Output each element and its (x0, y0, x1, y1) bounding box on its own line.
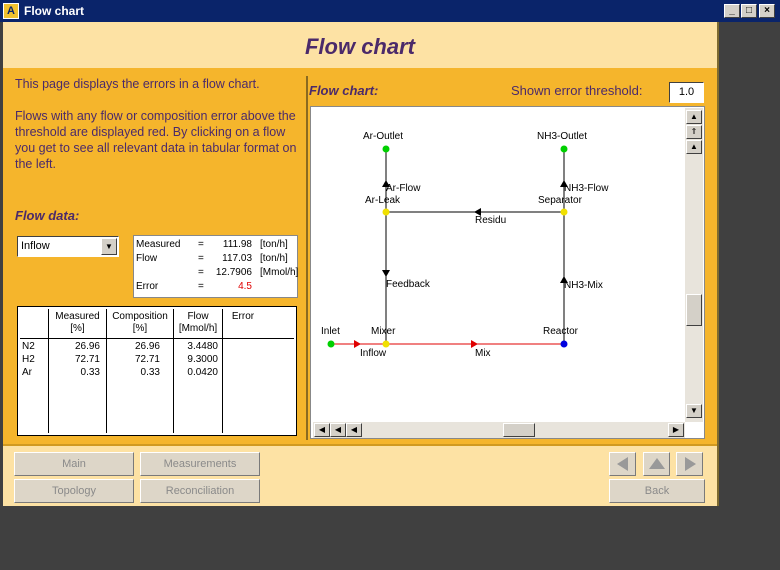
flow-summary-panel: Measured = 111.98 [ton/h] Flow = 117.03 … (133, 235, 298, 298)
scroll-up-icon[interactable]: ▲ (686, 140, 702, 154)
node-label: Inlet (321, 326, 340, 337)
minimize-icon[interactable]: _ (724, 4, 740, 18)
threshold-input[interactable]: 1.0 (669, 82, 704, 103)
page-title: Flow chart (304, 34, 415, 59)
summary-row: Measured = 111.98 [ton/h] (136, 239, 288, 250)
stream-label: Mix (475, 348, 491, 359)
node-label: Ar-Outlet (363, 131, 403, 142)
node-label: NH3-Outlet (537, 131, 587, 142)
node-label: Ar-Leak (365, 195, 401, 206)
chevron-down-icon[interactable]: ▼ (101, 238, 117, 255)
app-icon: A (3, 3, 19, 19)
node-mixer[interactable] (382, 340, 390, 348)
arrow-right-icon (471, 340, 478, 348)
column-header: Composition [%] (112, 311, 168, 334)
arrow-down-icon (382, 270, 390, 277)
node-label: Reactor (543, 326, 579, 337)
node-inlet[interactable] (327, 340, 335, 348)
scroll-page-left-icon[interactable]: ◀ (330, 423, 346, 437)
scroll-down-icon[interactable]: ▼ (686, 404, 702, 418)
threshold-label: Shown error threshold: (511, 83, 643, 98)
measurements-button[interactable]: Measurements (140, 452, 260, 476)
page-header: Flow chart (3, 22, 717, 70)
scroll-left-icon[interactable]: ◀ (346, 423, 362, 437)
horizontal-scrollbar[interactable]: ◀ ◀ ◀ ▶ (313, 422, 685, 438)
window-titlebar: A Flow chart _ □ × (0, 0, 780, 22)
stream-label: Inflow (360, 348, 387, 359)
stream-label: Feedback (386, 279, 431, 290)
maximize-icon[interactable]: □ (741, 4, 757, 18)
vertical-scrollbar[interactable]: ▲ ⇑ ▲ ▼ (685, 108, 703, 422)
summary-row: = 12.7906 [Mmol/h] (198, 267, 299, 278)
arrow-right-icon (354, 340, 361, 348)
main-button[interactable]: Main (14, 452, 134, 476)
next-page-button[interactable] (676, 452, 703, 476)
flow-select-value: Inflow (21, 240, 50, 252)
composition-table: Measured [%] Composition [%] Flow [Mmol/… (17, 306, 297, 436)
scroll-page-up-icon[interactable]: ⇑ (686, 125, 702, 139)
panel-divider (306, 76, 308, 440)
stream-label: NH3-Mix (564, 280, 603, 291)
summary-row: Flow = 117.03 [ton/h] (136, 253, 288, 264)
summary-row: Error = 4.5 (136, 281, 252, 292)
flow-chart-label: Flow chart: (309, 83, 379, 98)
app-frame: Flow chart This page displays the errors… (3, 22, 719, 506)
flow-chart-canvas[interactable]: Ar-Outlet NH3-Outlet Ar-Leak Separator I… (310, 106, 705, 439)
arrow-right-icon (685, 457, 696, 471)
table-row: N2 (22, 341, 35, 352)
previous-page-button[interactable] (609, 452, 636, 476)
table-row: Ar (22, 367, 32, 378)
scroll-right-icon[interactable]: ▶ (668, 423, 684, 437)
back-button[interactable]: Back (609, 479, 705, 503)
description-intro: This page displays the errors in a flow … (15, 77, 260, 91)
stream-label: NH3-Flow (564, 183, 609, 194)
node-label: Mixer (371, 326, 396, 337)
node-separator[interactable] (560, 208, 568, 216)
flow-chart-diagram: Ar-Outlet NH3-Outlet Ar-Leak Separator I… (321, 131, 609, 359)
stream-label: Residu (475, 215, 506, 226)
reconciliation-button[interactable]: Reconciliation (140, 479, 260, 503)
arrow-left-icon (617, 457, 628, 471)
arrow-up-icon (649, 458, 665, 469)
column-header: Measured [%] (55, 311, 100, 334)
column-header: Error (231, 311, 255, 322)
flow-select[interactable]: Inflow ▼ (17, 236, 119, 257)
page-description: This page displays the errors in a flow … (15, 76, 305, 172)
node-label: Separator (538, 195, 583, 206)
scroll-first-icon[interactable]: ◀ (314, 423, 330, 437)
node-nh3-outlet[interactable] (560, 145, 568, 153)
navigation-bar: Main Measurements Topology Reconciliatio… (3, 444, 717, 506)
table-row: H2 (22, 354, 35, 365)
window-title: Flow chart (24, 4, 85, 18)
description-details: Flows with any flow or composition error… (15, 109, 297, 171)
topology-button[interactable]: Topology (14, 479, 134, 503)
close-icon[interactable]: × (759, 4, 775, 18)
flow-data-label: Flow data: (15, 208, 80, 223)
node-ar-leak[interactable] (382, 208, 390, 216)
node-ar-outlet[interactable] (382, 145, 390, 153)
node-reactor[interactable] (560, 340, 568, 348)
stream-label: Ar-Flow (386, 183, 421, 194)
scroll-thumb[interactable] (686, 294, 702, 326)
home-button[interactable] (643, 452, 670, 476)
scroll-top-icon[interactable]: ▲ (686, 110, 702, 124)
column-header: Flow [Mmol/h] (178, 311, 218, 334)
hscroll-thumb[interactable] (503, 423, 535, 437)
error-value: 4.5 (238, 281, 252, 292)
